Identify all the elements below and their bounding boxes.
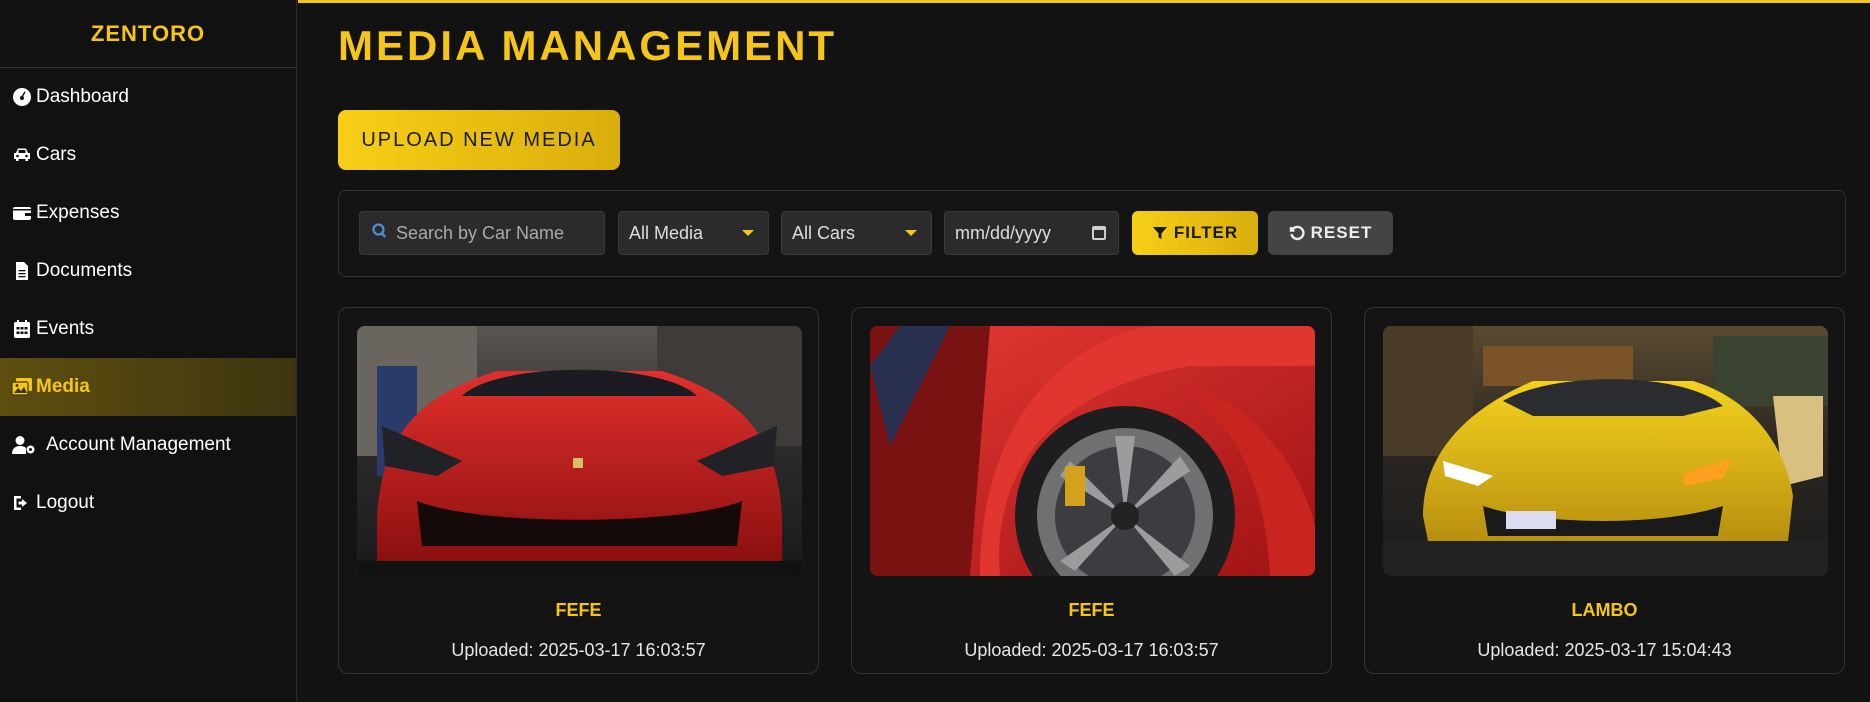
media-upload-date: Uploaded: 2025-03-17 16:03:57 (964, 640, 1219, 660)
sidebar-item-documents[interactable]: Documents (0, 242, 296, 300)
main-content: MEDIA MANAGEMENT UPLOAD NEW MEDIA Search… (298, 0, 1870, 702)
reset-button-label: RESET (1310, 223, 1373, 242)
accent-top-border (298, 0, 1870, 3)
filter-button[interactable]: FILTER (1132, 211, 1258, 255)
brand-logo[interactable]: ZENTORO (0, 0, 296, 68)
sidebar-item-label: Dashboard (36, 86, 129, 107)
sidebar-item-label: Events (36, 318, 95, 339)
date-field[interactable]: mm/dd/yyyy (944, 211, 1119, 255)
media-car-name: FEFE (1068, 600, 1115, 620)
sidebar-item-label: Documents (36, 260, 133, 281)
search-input[interactable]: Search by Car Name (359, 211, 605, 255)
media-upload-date: Uploaded: 2025-03-17 16:03:57 (451, 640, 706, 660)
sidebar-item-media[interactable]: Media (0, 358, 296, 416)
chevron-down-icon (905, 230, 917, 236)
sidebar-item-expenses[interactable]: Expenses (0, 184, 296, 242)
logout-icon (10, 492, 34, 514)
chevron-down-icon (742, 230, 754, 236)
media-car-name: LAMBO (1571, 600, 1638, 620)
sidebar: ZENTORO Dashboard Cars Expenses Document… (0, 0, 297, 702)
media-card[interactable]: FEFE Uploaded: 2025-03-17 16:03:57 (338, 307, 819, 674)
car-icon (10, 144, 34, 166)
sidebar-item-logout[interactable]: Logout (0, 474, 296, 532)
reset-button[interactable]: RESET (1268, 211, 1393, 255)
media-thumbnail[interactable] (870, 326, 1315, 576)
page-title: MEDIA MANAGEMENT (338, 22, 838, 69)
sidebar-item-label: Expenses (36, 202, 120, 223)
sidebar-item-account-management[interactable]: Account Management (0, 416, 296, 474)
filter-button-label: FILTER (1173, 223, 1239, 242)
wallet-icon (10, 202, 34, 224)
undo-icon (1289, 225, 1305, 241)
date-placeholder: mm/dd/yyyy (955, 222, 1052, 243)
gauge-icon (10, 86, 34, 108)
file-icon (10, 260, 34, 282)
sidebar-item-label: Media (36, 376, 90, 397)
sidebar-nav: Dashboard Cars Expenses Documents Events (0, 68, 296, 532)
media-thumbnail[interactable] (1383, 326, 1828, 576)
sidebar-item-cars[interactable]: Cars (0, 126, 296, 184)
calendar-icon[interactable] (1092, 226, 1106, 240)
sidebar-item-label: Account Management (46, 434, 231, 455)
media-card[interactable]: FEFE Uploaded: 2025-03-17 16:03:57 (851, 307, 1332, 674)
images-icon (10, 376, 34, 398)
media-car-name: FEFE (555, 600, 602, 620)
sidebar-item-label: Logout (36, 492, 95, 513)
sidebar-item-dashboard[interactable]: Dashboard (0, 68, 296, 126)
calendar-icon (10, 318, 34, 340)
media-type-select[interactable]: All Media (618, 211, 769, 255)
sidebar-item-events[interactable]: Events (0, 300, 296, 358)
car-select-value: All Cars (792, 222, 856, 243)
media-thumbnail[interactable] (357, 326, 802, 576)
media-card[interactable]: LAMBO Uploaded: 2025-03-17 15:04:43 (1364, 307, 1845, 674)
search-placeholder: Search by Car Name (396, 222, 565, 243)
sidebar-item-label: Cars (36, 144, 77, 165)
upload-new-media-button[interactable]: UPLOAD NEW MEDIA (338, 110, 620, 170)
filter-icon (1152, 227, 1167, 239)
search-icon (372, 222, 396, 244)
user-gear-icon (10, 434, 38, 456)
media-upload-date: Uploaded: 2025-03-17 15:04:43 (1477, 640, 1732, 660)
filter-bar: Search by Car Name All Media All Cars mm… (338, 190, 1846, 277)
car-select[interactable]: All Cars (781, 211, 932, 255)
media-type-select-value: All Media (629, 222, 704, 243)
